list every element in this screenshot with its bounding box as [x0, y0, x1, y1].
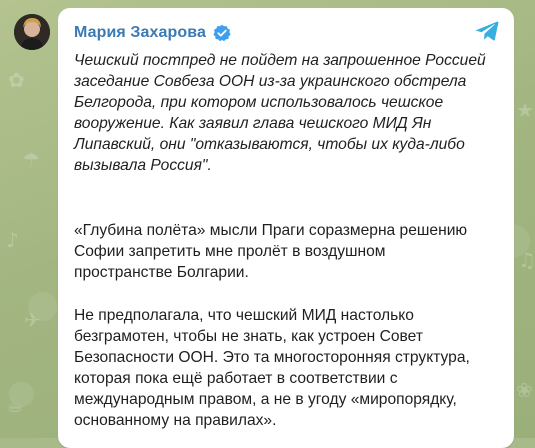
verified-badge-icon — [213, 24, 231, 42]
doodle-icon: ♪ — [6, 228, 19, 252]
message-paragraph: «Глубина полёта» мысли Праги соразмерна … — [74, 222, 468, 281]
avatar[interactable] — [14, 14, 50, 50]
doodle-icon: ☕ — [6, 393, 24, 417]
doodle-icon: ★ — [516, 98, 534, 122]
doodle-icon: ☂ — [22, 148, 40, 172]
message-header: Мария Захарова — [74, 24, 231, 42]
doodle-icon: ♫ — [518, 248, 535, 272]
author-name[interactable]: Мария Захарова — [74, 24, 206, 42]
doodle-icon: ✈ — [24, 308, 41, 332]
message-bubble: Мария Захарова Чешский постпред не пойде… — [58, 8, 514, 448]
message-paragraph: Не предполагала, что чешский МИД настоль… — [74, 307, 470, 429]
avatar-image — [14, 14, 50, 50]
telegram-icon[interactable] — [474, 18, 500, 44]
quoted-news-text: Чешский постпред не пойдет на запрошенно… — [74, 52, 486, 174]
doodle-icon: ✿ — [8, 68, 25, 92]
doodle-icon: ❀ — [516, 378, 533, 402]
